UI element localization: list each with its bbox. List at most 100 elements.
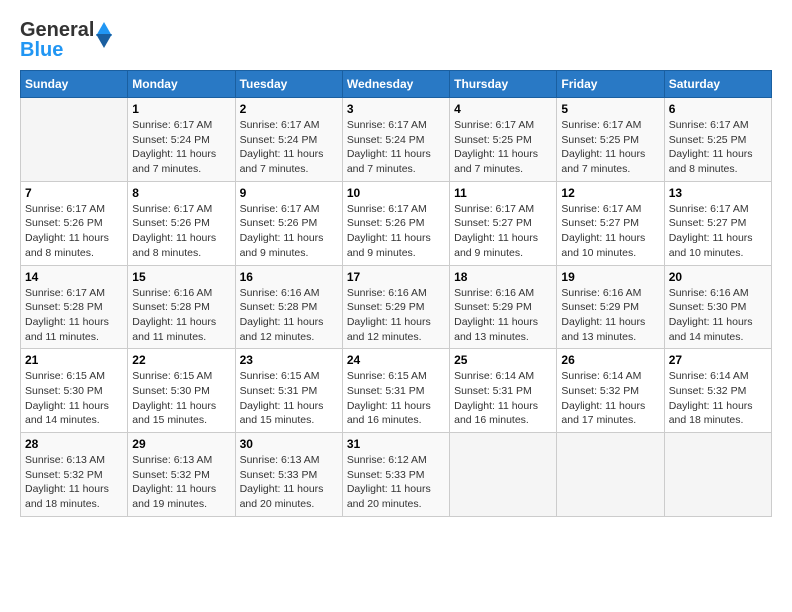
- calendar-cell: 15Sunrise: 6:16 AMSunset: 5:28 PMDayligh…: [128, 265, 235, 349]
- calendar-cell: 31 Sunrise: 6:12 AMSunset: 5:33 PMDayligh…: [342, 433, 449, 517]
- day-info: Sunrise: 6:17 AMSunset: 5:25 PMDaylight:…: [454, 118, 552, 177]
- day-number: 8: [132, 186, 230, 200]
- day-info: Sunrise: 6:17 AMSunset: 5:28 PMDaylight:…: [25, 286, 123, 345]
- calendar-cell: 16Sunrise: 6:16 AMSunset: 5:28 PMDayligh…: [235, 265, 342, 349]
- day-info: Sunrise: 6:13 AMSunset: 5:32 PMDaylight:…: [25, 453, 123, 512]
- day-info: Sunrise: 6:16 AMSunset: 5:29 PMDaylight:…: [347, 286, 445, 345]
- day-number: 9: [240, 186, 338, 200]
- weekday-header-cell: Wednesday: [342, 71, 449, 98]
- weekday-header-cell: Monday: [128, 71, 235, 98]
- day-number: 6: [669, 102, 767, 116]
- day-number: 24: [347, 353, 445, 367]
- weekday-header-cell: Thursday: [450, 71, 557, 98]
- day-info: Sunrise: 6:17 AMSunset: 5:27 PMDaylight:…: [454, 202, 552, 261]
- day-number: 2: [240, 102, 338, 116]
- day-info: Sunrise: 6:15 AMSunset: 5:31 PMDaylight:…: [240, 369, 338, 428]
- day-info: Sunrise: 6:16 AMSunset: 5:29 PMDaylight:…: [454, 286, 552, 345]
- calendar-cell: 17 Sunrise: 6:16 AMSunset: 5:29 PMDayligh…: [342, 265, 449, 349]
- calendar-cell: [21, 98, 128, 182]
- weekday-header-cell: Tuesday: [235, 71, 342, 98]
- weekday-header-cell: Friday: [557, 71, 664, 98]
- day-info: Sunrise: 6:15 AMSunset: 5:30 PMDaylight:…: [132, 369, 230, 428]
- calendar-cell: 6 Sunrise: 6:17 AMSunset: 5:25 PMDaylight…: [664, 98, 771, 182]
- day-number: 14: [25, 270, 123, 284]
- calendar-cell: 7Sunrise: 6:17 AMSunset: 5:26 PMDaylight…: [21, 181, 128, 265]
- day-number: 20: [669, 270, 767, 284]
- calendar-cell: 3 Sunrise: 6:17 AMSunset: 5:24 PMDaylight…: [342, 98, 449, 182]
- day-number: 3: [347, 102, 445, 116]
- calendar-week-row: 1 Sunrise: 6:17 AMSunset: 5:24 PMDaylight…: [21, 98, 772, 182]
- day-info: Sunrise: 6:15 AMSunset: 5:30 PMDaylight:…: [25, 369, 123, 428]
- calendar-cell: 10 Sunrise: 6:17 AMSunset: 5:26 PMDayligh…: [342, 181, 449, 265]
- calendar-cell: 1 Sunrise: 6:17 AMSunset: 5:24 PMDaylight…: [128, 98, 235, 182]
- calendar-cell: 21 Sunrise: 6:15 AMSunset: 5:30 PMDayligh…: [21, 349, 128, 433]
- calendar-cell: 14 Sunrise: 6:17 AMSunset: 5:28 PMDayligh…: [21, 265, 128, 349]
- day-number: 23: [240, 353, 338, 367]
- logo-text-general: General: [20, 20, 94, 40]
- calendar-cell: 11 Sunrise: 6:17 AMSunset: 5:27 PMDayligh…: [450, 181, 557, 265]
- day-info: Sunrise: 6:17 AMSunset: 5:27 PMDaylight:…: [561, 202, 659, 261]
- day-number: 22: [132, 353, 230, 367]
- day-number: 26: [561, 353, 659, 367]
- day-number: 7: [25, 186, 123, 200]
- calendar-cell: 28 Sunrise: 6:13 AMSunset: 5:32 PMDayligh…: [21, 433, 128, 517]
- day-info: Sunrise: 6:17 AMSunset: 5:26 PMDaylight:…: [347, 202, 445, 261]
- day-number: 1: [132, 102, 230, 116]
- day-number: 29: [132, 437, 230, 451]
- day-number: 27: [669, 353, 767, 367]
- calendar-cell: 24Sunrise: 6:15 AMSunset: 5:31 PMDayligh…: [342, 349, 449, 433]
- logo-triangle-down: [96, 34, 112, 48]
- day-info: Sunrise: 6:17 AMSunset: 5:24 PMDaylight:…: [132, 118, 230, 177]
- calendar-cell: [557, 433, 664, 517]
- day-number: 11: [454, 186, 552, 200]
- day-number: 16: [240, 270, 338, 284]
- day-number: 21: [25, 353, 123, 367]
- day-info: Sunrise: 6:17 AMSunset: 5:25 PMDaylight:…: [669, 118, 767, 177]
- day-info: Sunrise: 6:17 AMSunset: 5:24 PMDaylight:…: [347, 118, 445, 177]
- calendar-cell: 5 Sunrise: 6:17 AMSunset: 5:25 PMDaylight…: [557, 98, 664, 182]
- day-number: 28: [25, 437, 123, 451]
- day-info: Sunrise: 6:17 AMSunset: 5:24 PMDaylight:…: [240, 118, 338, 177]
- calendar-table: SundayMondayTuesdayWednesdayThursdayFrid…: [20, 70, 772, 517]
- weekday-header-row: SundayMondayTuesdayWednesdayThursdayFrid…: [21, 71, 772, 98]
- day-info: Sunrise: 6:16 AMSunset: 5:30 PMDaylight:…: [669, 286, 767, 345]
- calendar-cell: 8 Sunrise: 6:17 AMSunset: 5:26 PMDaylight…: [128, 181, 235, 265]
- weekday-header-cell: Saturday: [664, 71, 771, 98]
- calendar-cell: 9Sunrise: 6:17 AMSunset: 5:26 PMDaylight…: [235, 181, 342, 265]
- day-info: Sunrise: 6:17 AMSunset: 5:26 PMDaylight:…: [132, 202, 230, 261]
- calendar-week-row: 7 Sunrise: 6:17 AMSunset: 5:26 PMDaylight…: [21, 181, 772, 265]
- calendar-body: 1 Sunrise: 6:17 AMSunset: 5:24 PMDaylight…: [21, 98, 772, 517]
- calendar-cell: 13Sunrise: 6:17 AMSunset: 5:27 PMDayligh…: [664, 181, 771, 265]
- calendar-cell: 25 Sunrise: 6:14 AMSunset: 5:31 PMDayligh…: [450, 349, 557, 433]
- day-number: 18: [454, 270, 552, 284]
- logo: General Blue: [20, 20, 94, 60]
- calendar-cell: [664, 433, 771, 517]
- calendar-cell: 22 Sunrise: 6:15 AMSunset: 5:30 PMDayligh…: [128, 349, 235, 433]
- day-info: Sunrise: 6:12 AMSunset: 5:33 PMDaylight:…: [347, 453, 445, 512]
- day-number: 15: [132, 270, 230, 284]
- day-info: Sunrise: 6:17 AMSunset: 5:25 PMDaylight:…: [561, 118, 659, 177]
- calendar-cell: 27Sunrise: 6:14 AMSunset: 5:32 PMDayligh…: [664, 349, 771, 433]
- calendar-week-row: 14 Sunrise: 6:17 AMSunset: 5:28 PMDayligh…: [21, 265, 772, 349]
- day-number: 31: [347, 437, 445, 451]
- calendar-cell: 23 Sunrise: 6:15 AMSunset: 5:31 PMDayligh…: [235, 349, 342, 433]
- day-number: 5: [561, 102, 659, 116]
- calendar-cell: 30Sunrise: 6:13 AMSunset: 5:33 PMDayligh…: [235, 433, 342, 517]
- page-header: General Blue: [20, 20, 772, 60]
- day-number: 17: [347, 270, 445, 284]
- day-info: Sunrise: 6:16 AMSunset: 5:29 PMDaylight:…: [561, 286, 659, 345]
- calendar-cell: 2 Sunrise: 6:17 AMSunset: 5:24 PMDaylight…: [235, 98, 342, 182]
- logo-wrap: General Blue: [20, 20, 94, 60]
- weekday-header-cell: Sunday: [21, 71, 128, 98]
- day-number: 10: [347, 186, 445, 200]
- calendar-cell: 26Sunrise: 6:14 AMSunset: 5:32 PMDayligh…: [557, 349, 664, 433]
- calendar-cell: 19Sunrise: 6:16 AMSunset: 5:29 PMDayligh…: [557, 265, 664, 349]
- day-number: 25: [454, 353, 552, 367]
- day-info: Sunrise: 6:13 AMSunset: 5:32 PMDaylight:…: [132, 453, 230, 512]
- calendar-week-row: 28 Sunrise: 6:13 AMSunset: 5:32 PMDayligh…: [21, 433, 772, 517]
- calendar-cell: 18 Sunrise: 6:16 AMSunset: 5:29 PMDayligh…: [450, 265, 557, 349]
- day-info: Sunrise: 6:14 AMSunset: 5:31 PMDaylight:…: [454, 369, 552, 428]
- calendar-cell: 20 Sunrise: 6:16 AMSunset: 5:30 PMDayligh…: [664, 265, 771, 349]
- calendar-week-row: 21 Sunrise: 6:15 AMSunset: 5:30 PMDayligh…: [21, 349, 772, 433]
- calendar-cell: [450, 433, 557, 517]
